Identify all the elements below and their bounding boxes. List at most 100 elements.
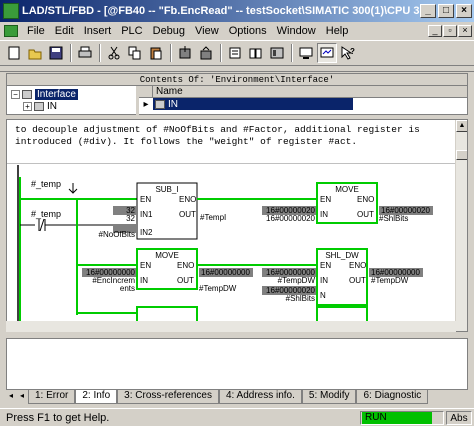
svg-text:IN: IN <box>140 276 148 285</box>
prev-tab-icon[interactable]: ◂ <box>17 390 27 404</box>
cut-icon[interactable] <box>104 43 124 63</box>
doc-close-button[interactable]: × <box>458 25 472 37</box>
menu-options[interactable]: Options <box>224 25 272 37</box>
network-comment[interactable]: to decouple adjustment of #NoOfBits and … <box>7 120 456 164</box>
status-bar: Press F1 to get Help. RUN Abs <box>0 408 474 426</box>
menu-view[interactable]: View <box>190 25 224 37</box>
menu-window[interactable]: Window <box>272 25 321 37</box>
monitor-icon[interactable] <box>296 43 316 63</box>
table-row[interactable]: ▸ IN <box>139 98 467 110</box>
svg-text:IN1: IN1 <box>140 210 153 219</box>
in2-operand: #NoOfBits <box>99 230 135 239</box>
svg-text:N: N <box>320 291 326 300</box>
menu-file[interactable]: File <box>22 25 50 37</box>
menu-edit[interactable]: Edit <box>50 25 79 37</box>
open-icon[interactable] <box>25 43 45 63</box>
collapse-icon[interactable]: − <box>11 89 20 99</box>
column-name-header[interactable]: Name <box>153 86 183 97</box>
svg-text:ENO: ENO <box>357 195 374 204</box>
status-text: Press F1 to get Help. <box>6 411 110 424</box>
hardware-icon[interactable] <box>267 43 287 63</box>
details-tabs: ◂ ◂ 1: Error 2: Info 3: Cross-references… <box>6 390 468 404</box>
svg-text:?: ? <box>350 47 355 56</box>
title-bar: LAD/STL/FBD - [@FB40 -- "Fb.EncRead" -- … <box>0 0 474 22</box>
parameter-folder-icon <box>34 101 44 111</box>
tab-error[interactable]: 1: Error <box>28 390 76 404</box>
paste-icon[interactable] <box>146 43 166 63</box>
move1-out-operand: #ShlBits <box>379 214 408 223</box>
doc-minimize-button[interactable]: _ <box>428 25 442 37</box>
monitor-on-icon[interactable] <box>317 43 337 63</box>
new-icon[interactable] <box>4 43 24 63</box>
app-icon <box>3 3 19 19</box>
details-pane[interactable] <box>6 338 468 390</box>
document-icon[interactable] <box>4 25 18 37</box>
svg-text:ENO: ENO <box>179 195 196 204</box>
tab-cross-references[interactable]: 3: Cross-references <box>117 390 219 404</box>
interface-tree: − Interface + IN <box>7 86 139 115</box>
toolbar: ? <box>0 40 474 66</box>
scroll-thumb[interactable] <box>456 150 467 160</box>
svg-text:EN: EN <box>140 195 151 204</box>
contact-label: #_temp <box>31 179 61 189</box>
block-icon[interactable] <box>225 43 245 63</box>
interface-table: Name ▸ IN <box>139 86 467 115</box>
first-tab-icon[interactable]: ◂ <box>6 390 16 404</box>
scroll-up-icon[interactable]: ▲ <box>456 120 467 132</box>
copy-icon[interactable] <box>125 43 145 63</box>
print-icon[interactable] <box>75 43 95 63</box>
editor-vertical-scrollbar[interactable]: ▲ <box>455 120 467 331</box>
upload-icon[interactable] <box>196 43 216 63</box>
minimize-button[interactable]: _ <box>420 4 436 18</box>
interface-header: Contents Of: 'Environment\Interface' <box>7 74 467 86</box>
close-button[interactable]: × <box>456 4 472 18</box>
tree-item-interface[interactable]: − Interface <box>11 88 132 100</box>
svg-text:EN: EN <box>320 261 331 270</box>
parameter-folder-icon <box>155 99 165 109</box>
move1-in-operand: 16#00000020 <box>266 214 315 223</box>
tab-modify[interactable]: 5: Modify <box>301 390 357 404</box>
sub-out-operand: #TempI <box>200 213 226 222</box>
svg-text:OUT: OUT <box>357 210 374 219</box>
library-icon[interactable] <box>246 43 266 63</box>
interface-panel: Contents Of: 'Environment\Interface' − I… <box>6 73 468 115</box>
svg-text:IN2: IN2 <box>140 228 153 237</box>
svg-text:OUT: OUT <box>349 276 366 285</box>
svg-text:EN: EN <box>320 195 331 204</box>
svg-text:EN: EN <box>140 261 151 270</box>
expand-icon[interactable]: + <box>23 101 32 111</box>
svg-text:ENO: ENO <box>349 261 366 270</box>
move1-title: MOVE <box>335 185 359 194</box>
ladder-diagram[interactable]: #_temp #_temp SUB_I EN ENO IN1 OUT IN2 3… <box>7 165 456 331</box>
doc-restore-button[interactable]: ▫ <box>443 25 457 37</box>
move2-out-operand: #TempDW <box>199 284 237 293</box>
menu-insert[interactable]: Insert <box>79 25 117 37</box>
shl-in-operand: #TempDW <box>278 276 316 285</box>
tree-item-in[interactable]: + IN <box>11 100 132 112</box>
online-help-icon[interactable]: ? <box>338 43 358 63</box>
move2-title: MOVE <box>155 251 179 260</box>
shl-out-operand: #TempDW <box>371 276 409 285</box>
svg-text:IN: IN <box>320 210 328 219</box>
menu-plc[interactable]: PLC <box>116 25 147 37</box>
code-editor[interactable]: to decouple adjustment of #NoOfBits and … <box>6 119 468 332</box>
menu-debug[interactable]: Debug <box>148 25 190 37</box>
svg-text:IN: IN <box>320 276 328 285</box>
save-icon[interactable] <box>46 43 66 63</box>
coil-label: #_temp <box>31 209 61 219</box>
move2-out-value: 16#00000000 <box>201 268 250 277</box>
tab-address-info[interactable]: 4: Address info. <box>218 390 302 404</box>
tab-info[interactable]: 2: Info <box>75 390 118 404</box>
window-title: LAD/STL/FBD - [@FB40 -- "Fb.EncRead" -- … <box>22 5 420 17</box>
maximize-button[interactable]: □ <box>438 4 454 18</box>
svg-text:ENO: ENO <box>177 261 194 270</box>
run-status: RUN <box>360 410 444 425</box>
tab-diagnostic[interactable]: 6: Diagnostic <box>356 390 429 404</box>
load-icon[interactable] <box>175 43 195 63</box>
interface-icon <box>22 89 32 99</box>
svg-text:OUT: OUT <box>177 276 194 285</box>
editor-horizontal-scrollbar[interactable] <box>6 321 456 332</box>
menu-bar: File Edit Insert PLC Debug View Options … <box>0 22 474 40</box>
menu-help[interactable]: Help <box>321 25 354 37</box>
sub-block-title: SUB_I <box>155 185 178 194</box>
